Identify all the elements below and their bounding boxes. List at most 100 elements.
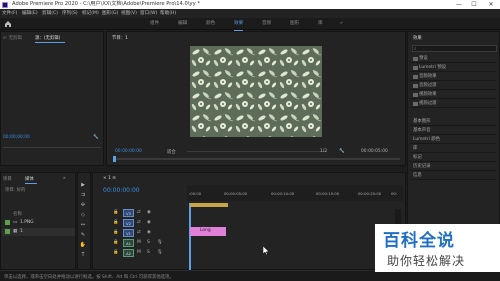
ruler-tick-label: 00:00:15:00 — [316, 191, 340, 196]
resolution-dropdown[interactable]: 1/2 — [320, 149, 327, 154]
panel-overflow[interactable]: » — [63, 176, 66, 181]
panel-libraries[interactable]: 库 — [410, 144, 496, 153]
minimize-button[interactable]: — — [452, 0, 466, 9]
solo-button[interactable]: S — [147, 250, 150, 255]
microphone-icon[interactable]: 🎙 — [157, 250, 163, 255]
mute-button[interactable]: M — [137, 240, 141, 245]
maximize-button[interactable]: ☐ — [467, 0, 481, 9]
watermark-subtitle: 助你轻松解决 — [387, 254, 466, 268]
panel-essential-graphics[interactable]: 基本图形 — [410, 117, 496, 126]
ruler-tick-label: 00:00:10:00 — [271, 191, 295, 196]
eye-icon[interactable]: ◉ — [147, 210, 151, 215]
sync-icon[interactable]: ⇄ — [137, 230, 141, 235]
menu-marker[interactable]: 标记(M) — [82, 9, 99, 18]
ws-tab-editing[interactable]: 编辑 — [178, 18, 187, 30]
lock-icon[interactable]: 🔒 — [113, 250, 118, 255]
track-headers: 🔒 V3 ⇄ ◉ 🔒 V2 ⇄ ◉ 🔒 V1 ⇄ ◉ 🔒 A1 M S 🎙 🔒 … — [113, 207, 207, 262]
premiere-app-icon — [2, 1, 8, 8]
program-tab[interactable]: 节目：1 — [112, 35, 128, 41]
razor-tool-icon[interactable]: ◇ — [79, 211, 87, 219]
track-label[interactable]: V2 — [123, 219, 134, 227]
track-label[interactable]: A1 — [123, 239, 134, 247]
source-tab[interactable]: 源：(无剪辑) — [35, 35, 60, 41]
sync-icon[interactable]: ⇄ — [137, 210, 141, 215]
solo-button[interactable]: S — [147, 240, 150, 245]
wrench-icon[interactable]: 🔧 — [339, 149, 344, 154]
column-header-name[interactable]: 名称 — [13, 211, 22, 217]
menu-sequence[interactable]: 序列(S) — [62, 9, 78, 18]
eye-icon[interactable]: ◉ — [147, 220, 151, 225]
source-tab-prev[interactable]: e: 无剪辑 — [3, 35, 22, 41]
sync-icon[interactable]: ⇄ — [137, 220, 141, 225]
source-timecode[interactable]: 00;00;00;00 — [3, 135, 30, 140]
panel-info[interactable]: 信息 — [410, 171, 496, 180]
menu-clip[interactable]: 剪辑(C) — [42, 9, 58, 18]
effects-search-input[interactable] — [412, 45, 497, 52]
ws-tab-libraries[interactable]: 库 — [318, 18, 323, 30]
project-panel: 项目 媒体 » 项目: 好的 名称 ▭ 1.PNG ▦ 1 — [0, 172, 76, 270]
panel-essential-sound[interactable]: 基本声音 — [410, 126, 496, 135]
menu-help[interactable]: 帮助(H) — [160, 9, 176, 18]
ws-tab-effects[interactable]: 效果 — [234, 18, 244, 31]
fit-dropdown[interactable]: 适合 — [167, 149, 176, 155]
menu-edit[interactable]: 编辑(E) — [22, 9, 38, 18]
menu-window[interactable]: 窗口(W) — [140, 9, 157, 18]
pen-tool-icon[interactable]: ✎ — [79, 231, 87, 239]
track-select-tool-icon[interactable]: ⇉ — [79, 191, 87, 199]
menu-view[interactable]: 视图(V) — [121, 9, 137, 18]
window-title: Adobe Premiere Pro 2020 - C:\用户\XX\文档\Ad… — [12, 1, 200, 7]
effects-item-lumetri-presets[interactable]: Lumetri 预设 — [410, 63, 496, 72]
effects-item-video-effects[interactable]: 视频效果 — [410, 90, 496, 99]
track-header-v2: 🔒 V2 ⇄ ◉ — [113, 219, 193, 227]
effects-tab[interactable]: 效果 — [413, 35, 422, 41]
menu-graphics[interactable]: 图形(G) — [102, 9, 118, 18]
track-label[interactable]: V3 — [123, 209, 134, 217]
source-scrubber[interactable] — [3, 147, 101, 148]
media-tab[interactable]: 媒体 — [25, 176, 34, 182]
effects-item-audio-transitions[interactable]: 音频过渡 — [410, 81, 496, 90]
menu-bar: 文件(F) 编辑(E) 剪辑(C) 序列(S) 标记(M) 图形(G) 视图(V… — [0, 9, 500, 18]
ws-tab-color[interactable]: 颜色 — [206, 18, 215, 30]
program-scrubber[interactable] — [114, 158, 400, 160]
project-tab[interactable]: 项目 — [3, 176, 12, 182]
panel-history[interactable]: 历史记录 — [410, 162, 496, 171]
track-header-a2: 🔒 A2 M S 🎙 — [113, 249, 193, 257]
track-label[interactable]: A2 — [123, 249, 134, 257]
panel-markers[interactable]: 标记 — [410, 153, 496, 162]
lock-icon[interactable]: 🔒 — [113, 240, 118, 245]
list-item[interactable]: ▦ 1 — [2, 228, 75, 236]
hand-tool-icon[interactable]: ✋ — [79, 241, 87, 249]
lock-icon[interactable]: 🔒 — [113, 230, 118, 235]
project-breadcrumb: 项目: 好的 — [5, 188, 26, 193]
timeline-tab[interactable]: × 1 ≡ — [103, 176, 116, 181]
effects-item-presets[interactable]: 预设 — [410, 54, 496, 63]
microphone-icon[interactable]: 🎙 — [157, 240, 163, 245]
menu-file[interactable]: 文件(F) — [2, 9, 17, 18]
lock-icon[interactable]: 🔒 — [113, 210, 118, 215]
eye-icon[interactable]: ◉ — [147, 230, 151, 235]
panel-lumetri-color[interactable]: Lumetri 颜色 — [410, 135, 496, 144]
list-item[interactable]: ▭ 1.PNG — [2, 219, 75, 227]
file-name: 1 — [20, 229, 23, 234]
home-icon[interactable] — [4, 20, 12, 28]
track-label[interactable]: V1 — [123, 229, 134, 237]
ruler-tick-label: 00: — [391, 191, 398, 196]
ws-tab-graphics[interactable]: 图形 — [290, 18, 299, 30]
effects-item-audio-effects[interactable]: 音频效果 — [410, 72, 496, 81]
slip-tool-icon[interactable]: ↔ — [79, 221, 87, 229]
ripple-edit-tool-icon[interactable]: ✣ — [79, 201, 87, 209]
playhead-marker[interactable] — [113, 156, 116, 162]
workspace-bar: 组件 编辑 颜色 效果 音频 图形 库 » — [0, 18, 500, 31]
mute-button[interactable]: M — [137, 250, 141, 255]
ws-tab-audio[interactable]: 音频 — [262, 18, 271, 30]
wrench-icon[interactable]: 🔧 — [93, 135, 98, 140]
selection-tool-icon[interactable]: ▶ — [79, 181, 87, 189]
lock-icon[interactable]: 🔒 — [113, 220, 118, 225]
timeline-timecode[interactable]: 00:00:00:00 — [103, 187, 140, 194]
type-tool-icon[interactable]: T — [79, 251, 87, 259]
program-timecode[interactable]: 00:00:00:00 — [115, 149, 142, 154]
ws-overflow[interactable]: » — [340, 18, 343, 30]
ws-tab-assembly[interactable]: 组件 — [150, 18, 159, 30]
effects-item-video-transitions[interactable]: 视频过渡 — [410, 99, 496, 108]
close-button[interactable]: ✕ — [484, 0, 498, 9]
